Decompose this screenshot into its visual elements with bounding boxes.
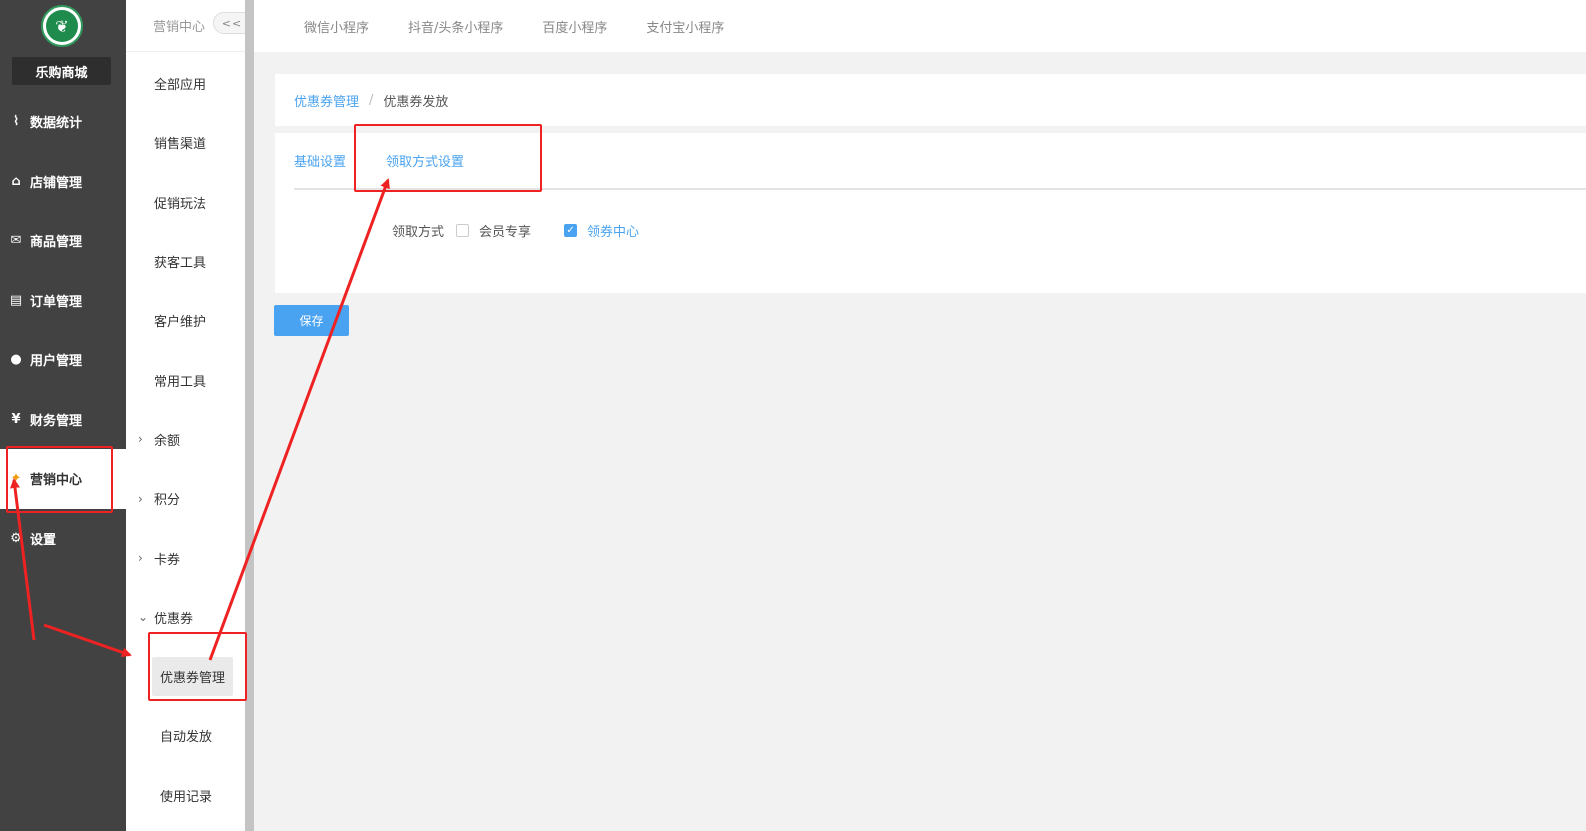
annotation-box-claim-method-tab: [354, 124, 542, 192]
chevron-down-icon: ⌄: [138, 610, 149, 625]
chevron-right-icon: ›: [138, 491, 143, 506]
submenu-item-8[interactable]: › 卡券: [126, 528, 245, 587]
submenu-child-label: 自动发放: [160, 730, 213, 746]
claim-method-field: 领取方式 会员专享 ✓ 领券中心: [392, 221, 672, 240]
sidebar-item-4[interactable]: ● 用户管理: [0, 330, 126, 390]
sidebar-item-label: 店铺管理: [30, 175, 83, 191]
submenu-item-6[interactable]: › 余额: [126, 410, 245, 469]
platform-tab-1[interactable]: 抖音/头条小程序: [408, 17, 503, 36]
secondary-menu: 营销中心 << 全部应用销售渠道促销玩法获客工具客户维护常用工具 › 余额 › 积分 › 卡…: [126, 0, 251, 831]
submenu-child-1[interactable]: 自动发放: [126, 706, 245, 765]
submenu-item-label: 客户维护: [154, 315, 207, 331]
logo-icon: ❦: [46, 10, 78, 42]
clipboard-icon: ▤: [9, 292, 23, 308]
submenu-title: 营销中心: [153, 20, 206, 35]
platform-tab-3[interactable]: 支付宝小程序: [646, 17, 724, 36]
tab-basic-settings[interactable]: 基础设置: [294, 151, 346, 170]
chevron-right-icon: ›: [138, 432, 143, 447]
coupon-center-checkbox[interactable]: ✓: [564, 224, 578, 237]
shop-logo: ❦: [41, 5, 83, 47]
submenu-header: 营销中心 <<: [126, 0, 251, 52]
home-icon: ⌂: [11, 173, 21, 189]
submenu-item-label: 全部应用: [154, 78, 207, 94]
breadcrumb: 优惠券管理 / 优惠券发放: [275, 74, 1586, 126]
save-button[interactable]: 保存: [274, 305, 349, 336]
submenu-item-label: 卡券: [154, 552, 181, 568]
submenu-child-label: 使用记录: [160, 789, 213, 805]
submenu-item-label: 常用工具: [154, 374, 207, 390]
sidebar-item-3[interactable]: ▤ 订单管理: [0, 271, 126, 331]
submenu-item-7[interactable]: › 积分: [126, 469, 245, 528]
submenu-item-label: 余额: [154, 433, 181, 449]
sidebar-item-7[interactable]: ⚙ 设置: [0, 509, 126, 569]
wallet-icon: ¥: [11, 411, 21, 427]
bag-icon: ✉: [10, 233, 22, 249]
annotation-box-marketing-center: [6, 446, 113, 513]
annotation-box-coupon-management: [148, 632, 247, 701]
submenu-list: 全部应用 销售渠道 促销玩法 获客工具 客户维护 常用工具 › 余额 › 积分 › 卡券 ⌄ 优惠券 优惠券…: [126, 52, 245, 825]
submenu-item-4[interactable]: 客户维护: [126, 291, 245, 350]
sidebar-item-2[interactable]: ✉ 商品管理: [0, 211, 126, 271]
menu-scrollbar[interactable]: [245, 0, 254, 831]
submenu-item-label: 促销玩法: [154, 196, 207, 212]
platform-tab-2[interactable]: 百度小程序: [542, 17, 607, 36]
main-sidebar: ❦ 乐购商城 ⌇ 数据统计 ⌂ 店铺管理 ✉ 商品管理 ▤ 订单管理 ● 用户管理 ¥ 财务管理 ✦ 营销…: [0, 0, 126, 831]
gear-icon: ⚙: [10, 530, 22, 546]
submenu-item-2[interactable]: 促销玩法: [126, 173, 245, 232]
claim-method-label: 领取方式: [392, 225, 445, 240]
sidebar-item-label: 订单管理: [30, 294, 83, 310]
user-icon: ●: [10, 352, 22, 368]
submenu-item-label: 获客工具: [154, 256, 207, 272]
submenu-item-3[interactable]: 获客工具: [126, 232, 245, 291]
member-exclusive-label[interactable]: 会员专享: [479, 221, 531, 240]
breadcrumb-link-coupon-management[interactable]: 优惠券管理: [294, 91, 359, 110]
coupon-center-label[interactable]: 领券中心: [587, 221, 639, 240]
sidebar-item-label: 用户管理: [30, 354, 83, 370]
sidebar-item-label: 商品管理: [30, 235, 83, 251]
submenu-child-2[interactable]: 使用记录: [126, 766, 245, 825]
sidebar-item-5[interactable]: ¥ 财务管理: [0, 390, 126, 450]
submenu-item-label: 优惠券: [154, 611, 194, 627]
submenu-item-label: 积分: [154, 493, 181, 509]
sidebar-item-label: 财务管理: [30, 413, 83, 429]
submenu-item-1[interactable]: 销售渠道: [126, 113, 245, 172]
member-exclusive-checkbox[interactable]: [456, 224, 470, 237]
sidebar-item-label: 数据统计: [30, 116, 83, 132]
submenu-item-label: 销售渠道: [154, 137, 207, 153]
logo-area: ❦ 乐购商城: [0, 0, 126, 92]
platform-tab-0[interactable]: 微信小程序: [304, 17, 369, 36]
sidebar-item-0[interactable]: ⌇ 数据统计: [0, 92, 126, 152]
submenu-item-0[interactable]: 全部应用: [126, 54, 245, 113]
submenu-item-5[interactable]: 常用工具: [126, 350, 245, 409]
shop-name: 乐购商城: [12, 57, 111, 85]
chart-line-icon: ⌇: [12, 114, 20, 130]
breadcrumb-current: 优惠券发放: [383, 94, 449, 110]
sidebar-item-label: 设置: [30, 532, 57, 548]
breadcrumb-separator: /: [369, 92, 374, 108]
sidebar-item-1[interactable]: ⌂ 店铺管理: [0, 152, 126, 212]
chevron-right-icon: ›: [138, 551, 143, 566]
platform-tabs-bar: 微信小程序 抖音/头条小程序 百度小程序 支付宝小程序: [254, 0, 1586, 52]
